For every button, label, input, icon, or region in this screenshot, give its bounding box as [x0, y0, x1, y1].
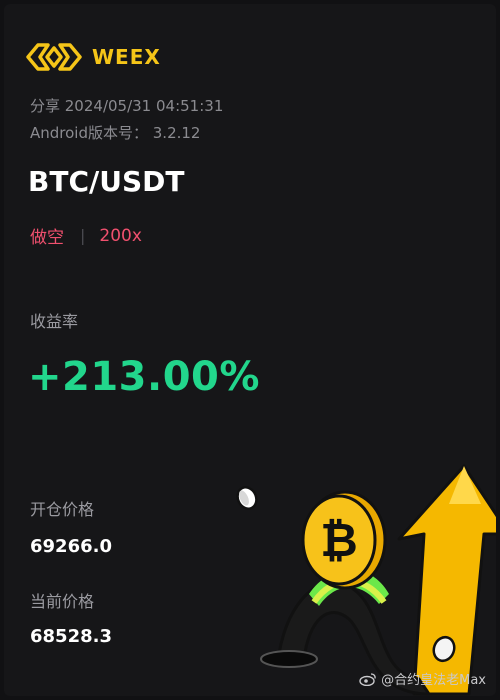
brand-header: WEEX: [26, 42, 161, 72]
bitcoin-rocket-illustration: ₿: [236, 464, 496, 696]
roi-label: 收益率: [30, 312, 79, 331]
divider: |: [80, 226, 86, 245]
roi-value: +213.00%: [28, 354, 260, 400]
leverage: 200x: [99, 225, 142, 246]
bitcoin-coin-icon: ₿: [301, 490, 387, 590]
watermark: @合约皇法老Max: [359, 669, 486, 688]
current-price-label: 当前价格: [30, 592, 95, 611]
entry-price-label: 开仓价格: [30, 500, 95, 519]
entry-price-value: 69266.0: [30, 536, 112, 557]
position-side: 做空: [30, 228, 64, 248]
weex-logo-icon: [26, 43, 82, 71]
app-version: Android版本号： 3.2.12: [30, 124, 201, 142]
current-price-value: 68528.3: [30, 626, 112, 647]
svg-text:₿: ₿: [320, 513, 358, 567]
share-card: WEEX 分享 2024/05/31 04:51:31 Android版本号： …: [4, 4, 496, 696]
share-timestamp: 分享 2024/05/31 04:51:31: [30, 97, 224, 115]
position-info: 做空 | 200x: [30, 223, 142, 249]
brand-name: WEEX: [92, 45, 161, 69]
weibo-icon: [359, 672, 376, 686]
watermark-text: @合约皇法老Max: [381, 673, 486, 688]
trading-pair: BTC/USDT: [28, 165, 185, 198]
